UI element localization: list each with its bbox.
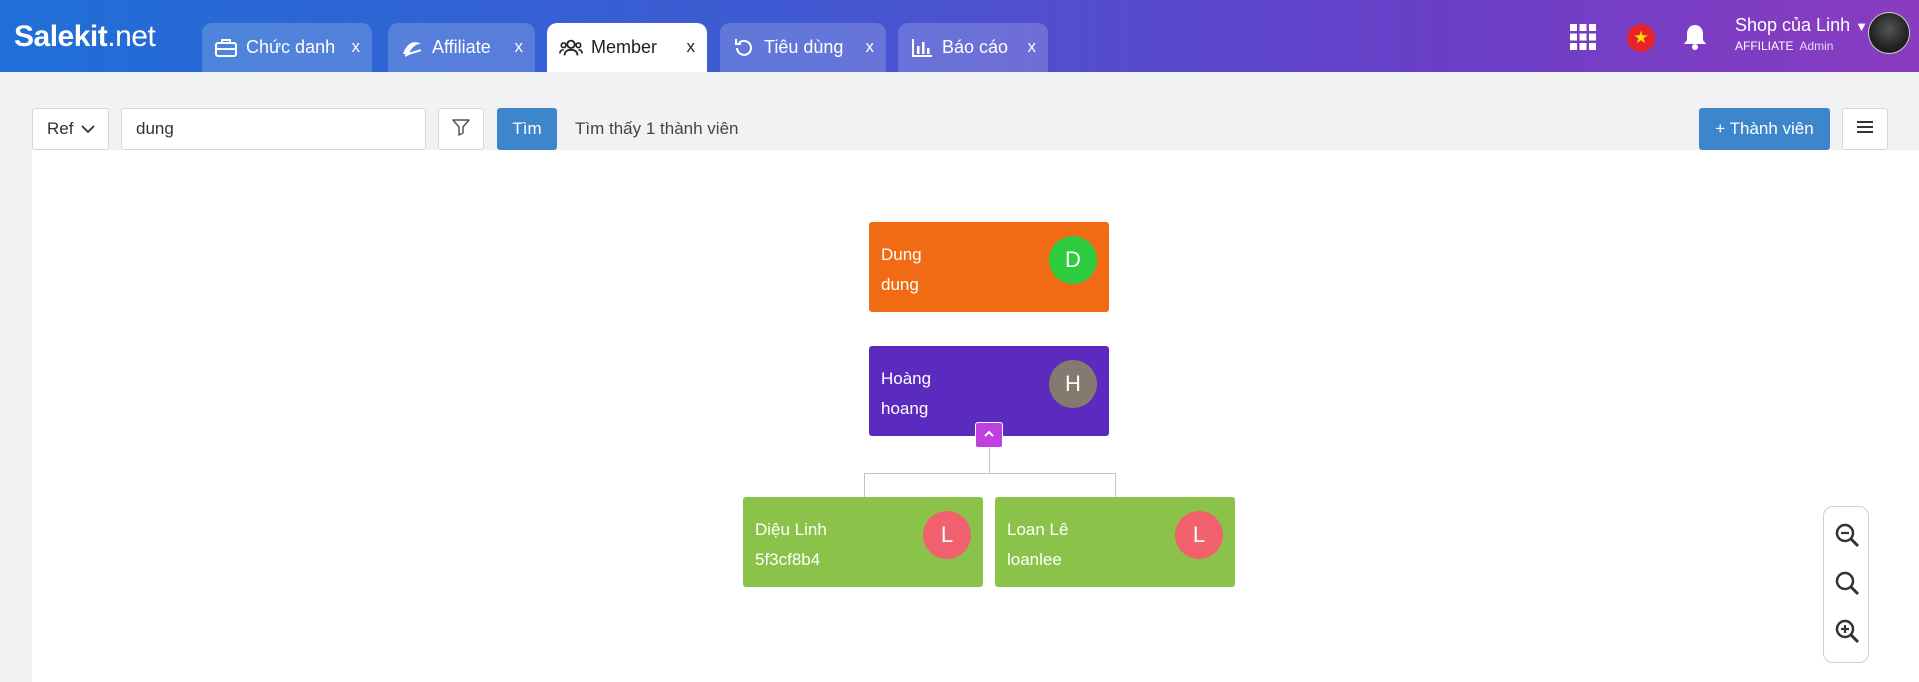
node-username: loanlee (1007, 550, 1062, 569)
tab-close-button[interactable]: x (866, 37, 875, 57)
users-icon (559, 36, 583, 60)
tab-close-button[interactable]: x (352, 37, 361, 57)
node-avatar: D (1049, 236, 1097, 284)
add-member-button[interactable]: + Thành viên (1699, 108, 1830, 150)
bell-icon[interactable] (1680, 22, 1710, 52)
tab-close-button[interactable]: x (515, 37, 524, 57)
ref-select-value: Ref (47, 119, 74, 138)
node-name: Hoàng (881, 369, 932, 388)
shop-name-label: Shop của Linh (1735, 15, 1851, 35)
bar-chart-icon (910, 36, 934, 60)
filter-icon (451, 117, 471, 142)
chevron-down-icon (80, 121, 96, 142)
tree-connector (1115, 473, 1116, 497)
chevron-up-icon (983, 426, 995, 444)
tree-connector (864, 473, 1116, 474)
search-input[interactable] (121, 108, 426, 150)
filter-button[interactable] (438, 108, 484, 150)
swirl-icon (400, 36, 424, 60)
tab-tieu-dung[interactable]: Tiêu dùng x (720, 23, 886, 72)
hamburger-icon (1856, 119, 1874, 140)
tree-connector (864, 473, 865, 497)
zoom-in-icon[interactable] (1833, 617, 1861, 645)
tab-bao-cao[interactable]: Báo cáo x (898, 23, 1048, 72)
tab-label: Tiêu dùng (764, 37, 844, 57)
tab-affiliate[interactable]: Affiliate x (388, 23, 535, 72)
result-count: Tìm thấy 1 thành viên (575, 119, 739, 138)
zoom-reset-icon[interactable] (1833, 569, 1861, 597)
tab-member[interactable]: Member x (547, 23, 707, 72)
role-label: AFFILIATE (1735, 39, 1794, 53)
briefcase-icon (214, 36, 238, 60)
node-username: 5f3cf8b4 (755, 550, 821, 569)
vietnam-flag-icon[interactable]: ★ (1627, 24, 1655, 52)
zoom-controls (1823, 506, 1869, 663)
node-avatar: L (923, 511, 971, 559)
tab-close-button[interactable]: x (1028, 37, 1037, 57)
logo-main: Salekit (14, 20, 108, 53)
node-name: Diệu Linh (755, 520, 827, 539)
find-button[interactable]: Tìm (497, 108, 557, 150)
tree-node-dung[interactable]: Dung dung D (869, 222, 1109, 312)
node-avatar: L (1175, 511, 1223, 559)
top-navbar: Salekit.net Chức danh x Affiliate x Memb… (0, 0, 1919, 72)
menu-button[interactable] (1842, 108, 1888, 150)
history-icon (732, 36, 756, 60)
flag-star: ★ (1633, 28, 1649, 47)
node-username: dung (881, 275, 919, 294)
tab-label: Affiliate (432, 37, 491, 57)
ref-select[interactable]: Ref (32, 108, 109, 150)
node-username: hoang (881, 399, 929, 418)
node-name: Dung (881, 245, 922, 264)
zoom-out-icon[interactable] (1833, 521, 1861, 549)
node-name: Loan Lê (1007, 520, 1069, 539)
role-sub: Admin (1799, 39, 1834, 53)
tree-node-dieu-linh[interactable]: Diệu Linh 5f3cf8b4 L (743, 497, 983, 587)
org-tree-canvas[interactable]: Dung dung D Hoàng hoang H Diệu Linh 5f3c… (32, 150, 1919, 682)
node-avatar: H (1049, 360, 1097, 408)
logo-suffix: .net (107, 20, 156, 53)
tree-node-loan-le[interactable]: Loan Lê loanlee L (995, 497, 1235, 587)
tab-label: Member (591, 37, 658, 57)
apps-grid-icon[interactable] (1568, 22, 1598, 52)
shop-name[interactable]: Shop của Linh ▼ (1735, 15, 1868, 36)
avatar[interactable] (1868, 12, 1910, 54)
collapse-button[interactable] (975, 422, 1003, 448)
salekit-logo[interactable]: Salekit.net (14, 20, 156, 54)
tab-close-button[interactable]: x (687, 37, 696, 57)
caret-down-icon: ▼ (1855, 19, 1868, 34)
tab-label: Báo cáo (942, 37, 1009, 57)
tab-label: Chức danh (246, 37, 336, 57)
tab-chuc-danh[interactable]: Chức danh x (202, 23, 372, 72)
user-role: AFFILIATE Admin (1735, 39, 1833, 53)
